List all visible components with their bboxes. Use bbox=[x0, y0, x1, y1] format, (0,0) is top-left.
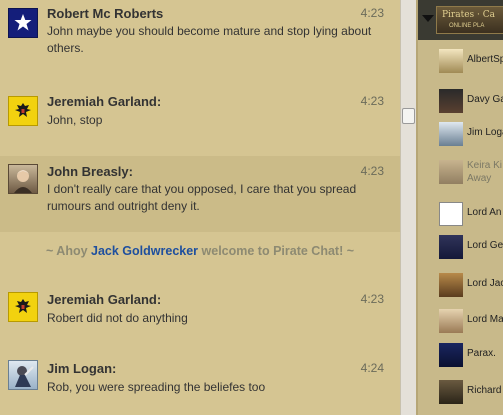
avatar[interactable] bbox=[8, 164, 38, 194]
system-welcome-message: ~ Ahoy Jack Goldwrecker welcome to Pirat… bbox=[0, 244, 400, 258]
user-avatar bbox=[439, 273, 463, 297]
star-icon bbox=[14, 14, 32, 31]
scrollbar-thumb[interactable] bbox=[402, 108, 415, 124]
timestamp: 4:23 bbox=[360, 292, 384, 306]
chat-message: Jeremiah Garland: 4:23 John, stop bbox=[0, 88, 400, 144]
user-avatar bbox=[439, 343, 463, 367]
user-avatar bbox=[439, 122, 463, 146]
user-name: Lord Ge bbox=[467, 240, 503, 251]
user-avatar bbox=[439, 380, 463, 404]
user-avatar bbox=[439, 309, 463, 333]
chat-message: Jeremiah Garland: 4:23 Robert did not do… bbox=[0, 284, 400, 340]
user-item[interactable]: Davy Ga bbox=[418, 86, 503, 116]
room-header[interactable]: Pirates · Ca ONLINE PLA bbox=[418, 0, 503, 40]
message-text: Robert did not do anything bbox=[47, 311, 188, 325]
pirates-logo: Pirates · Ca ONLINE PLA bbox=[436, 6, 503, 34]
timestamp: 4:23 bbox=[360, 164, 384, 178]
user-item[interactable]: Lord Ma bbox=[418, 306, 503, 336]
user-list-panel: Pirates · Ca ONLINE PLA AlbertSp Davy Ga… bbox=[416, 0, 503, 415]
avatar[interactable] bbox=[8, 96, 38, 126]
message-text: John, stop bbox=[47, 113, 103, 127]
chat-scrollbar[interactable] bbox=[400, 0, 416, 415]
avatar[interactable] bbox=[8, 360, 38, 390]
system-suffix: welcome to Pirate Chat! ~ bbox=[201, 244, 355, 258]
message-text: John maybe you should become mature and … bbox=[47, 24, 372, 55]
user-name: AlbertSp bbox=[467, 54, 503, 65]
user-name: Lord An bbox=[467, 207, 502, 218]
timestamp: 4:23 bbox=[360, 94, 384, 108]
chat-message: John Breasly: 4:23 I don't really care t… bbox=[0, 156, 400, 232]
user-name: Jim Loga bbox=[467, 127, 503, 138]
sender-name: Jeremiah Garland: bbox=[47, 94, 162, 109]
user-avatar bbox=[439, 89, 463, 113]
sender-name: Jim Logan: bbox=[47, 361, 117, 376]
sender-name: John Breasly: bbox=[47, 164, 133, 179]
user-item[interactable]: Lord Jac bbox=[418, 270, 503, 300]
user-avatar bbox=[439, 235, 463, 259]
chat-message: Robert Mc Roberts 4:23 John maybe you sh… bbox=[0, 0, 400, 74]
system-prefix: ~ Ahoy bbox=[45, 244, 88, 258]
dropdown-arrow-icon[interactable] bbox=[422, 15, 434, 22]
user-avatar bbox=[439, 49, 463, 73]
user-status: Away bbox=[467, 173, 492, 184]
logo-subtitle: ONLINE PLA bbox=[449, 23, 485, 29]
user-avatar bbox=[439, 160, 463, 184]
user-item[interactable]: AlbertSp bbox=[418, 46, 503, 76]
sender-name: Robert Mc Roberts bbox=[47, 6, 164, 21]
avatar[interactable] bbox=[8, 8, 38, 38]
user-name: Davy Ga bbox=[467, 94, 503, 105]
avatar[interactable] bbox=[8, 292, 38, 322]
user-item[interactable]: Jim Loga bbox=[418, 119, 503, 149]
user-avatar bbox=[439, 202, 463, 226]
user-name: Lord Ma bbox=[467, 314, 503, 325]
eagle-icon bbox=[15, 103, 31, 117]
message-text: I don't really care that you opposed, I … bbox=[47, 182, 357, 213]
user-name: Richard bbox=[467, 385, 502, 396]
eagle-icon bbox=[15, 299, 31, 313]
user-name: Parax. bbox=[467, 348, 496, 359]
logo-title: Pirates · Ca bbox=[442, 10, 495, 20]
user-item[interactable]: Lord Ge bbox=[418, 232, 503, 262]
timestamp: 4:23 bbox=[360, 6, 384, 20]
timestamp: 4:24 bbox=[360, 361, 384, 375]
user-name: Lord Jac bbox=[467, 278, 503, 289]
sender-name: Jeremiah Garland: bbox=[47, 292, 162, 307]
portrait-icon bbox=[14, 170, 32, 193]
user-name: Keira Ki bbox=[467, 160, 503, 171]
pirate-icon bbox=[15, 366, 34, 387]
user-item[interactable]: Richard bbox=[418, 377, 503, 407]
chat-message: Jim Logan: 4:24 Rob, you were spreading … bbox=[0, 352, 400, 412]
chat-panel: Robert Mc Roberts 4:23 John maybe you sh… bbox=[0, 0, 400, 415]
user-item-away[interactable]: Keira Ki Away bbox=[418, 157, 503, 187]
user-item[interactable]: Lord An bbox=[418, 199, 503, 229]
system-user-link[interactable]: Jack Goldwrecker bbox=[91, 244, 198, 258]
user-item[interactable]: Parax. bbox=[418, 340, 503, 370]
message-text: Rob, you were spreading the beliefes too bbox=[47, 380, 266, 394]
